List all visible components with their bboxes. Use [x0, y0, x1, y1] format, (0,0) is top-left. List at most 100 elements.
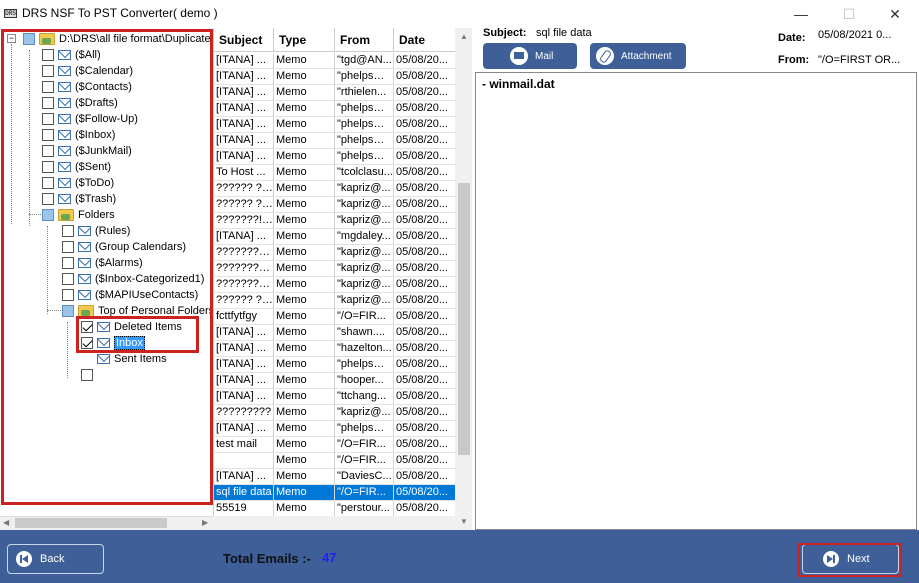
maximize-button[interactable]: ☐ [834, 4, 864, 24]
inbox-checkbox[interactable] [81, 337, 93, 349]
tree-item[interactable]: ($Calendar) [42, 63, 133, 79]
table-row[interactable]: ????????? Memo "kapriz@... 05/08/20... [214, 405, 455, 421]
table-row[interactable]: [ITANA] ... Memo "ttchang... 05/08/20... [214, 389, 455, 405]
item-checkbox[interactable] [42, 129, 54, 141]
mail-button[interactable]: Mail [483, 43, 577, 69]
table-row[interactable]: ?????? ?5... Memo "kapriz@... 05/08/20... [214, 293, 455, 309]
table-row[interactable]: [ITANA] ...Memo"phelps@...05/08/20... [214, 101, 455, 117]
tree-empty-item[interactable] [81, 367, 97, 383]
attachment-button[interactable]: Attachment [590, 43, 686, 69]
table-row[interactable]: [ITANA] ...Memo"phelps@...05/08/20... [214, 421, 455, 437]
tree-item-label: ($Sent) [75, 161, 112, 173]
grid-horizontal-scrollbar[interactable] [213, 516, 455, 530]
item-checkbox[interactable] [42, 49, 54, 61]
tree-inbox[interactable]: Inbox [81, 335, 145, 351]
item-checkbox[interactable] [42, 145, 54, 157]
table-row[interactable]: [ITANA] ... Memo "hazelton... 05/08/20... [214, 341, 455, 357]
table-row[interactable]: [ITANA] ...Memo"phelps@...05/08/20... [214, 133, 455, 149]
table-cell: sql file data [214, 485, 274, 501]
table-row[interactable]: Memo "/O=FIR... 05/08/20... [214, 453, 455, 469]
empty-item-checkbox[interactable] [81, 369, 93, 381]
scroll-right-icon[interactable]: ▶ [202, 518, 208, 527]
item-checkbox[interactable] [42, 113, 54, 125]
tree-item[interactable]: ($Drafts) [42, 95, 118, 111]
tree-subitem[interactable]: ($MAPIUseContacts) [62, 287, 198, 303]
column-subject[interactable]: Subject [214, 28, 274, 52]
tree-item[interactable]: ($Sent) [42, 159, 111, 175]
table-row[interactable]: ?????? ?5... Memo "kapriz@... 05/08/20... [214, 181, 455, 197]
deleted-items-checkbox[interactable] [81, 321, 93, 333]
table-row[interactable]: sql file data Memo "/O=FIR... 05/08/20... [214, 485, 455, 501]
table-row[interactable]: [ITANA] ... Memo "mgdaley... 05/08/20... [214, 229, 455, 245]
tree-item[interactable]: ($Inbox) [42, 127, 115, 143]
close-button[interactable]: ✕ [880, 4, 910, 24]
item-checkbox[interactable] [42, 81, 54, 93]
tree-item-label: ($Drafts) [75, 97, 118, 109]
tree-subitem[interactable]: (Group Calendars) [62, 239, 186, 255]
tree-item[interactable]: ($JunkMail) [42, 143, 132, 159]
tree-subitem[interactable]: ($Inbox-Categorized1) [62, 271, 204, 287]
tree-item[interactable]: ($Contacts) [42, 79, 132, 95]
column-date[interactable]: Date [394, 28, 455, 52]
table-row[interactable]: [ITANA] ... Memo "rthielen... 05/08/20... [214, 85, 455, 101]
collapse-toggle-icon[interactable]: − [7, 34, 16, 43]
item-checkbox[interactable] [62, 257, 74, 269]
item-checkbox[interactable] [62, 289, 74, 301]
scroll-down-icon[interactable]: ▼ [460, 517, 468, 526]
table-row[interactable]: ???????!! ... Memo "kapriz@... 05/08/20... [214, 213, 455, 229]
title-bar: DRS DRS NSF To PST Converter( demo ) — ☐… [0, 0, 919, 28]
folders-checkbox[interactable] [42, 209, 54, 221]
tree-deleted-items[interactable]: Deleted Items [81, 319, 182, 335]
scroll-left-icon[interactable]: ◀ [3, 518, 9, 527]
tree-scroll-thumb[interactable] [15, 518, 167, 528]
table-row[interactable]: [ITANA] ... Memo "DaviesC... 05/08/20... [214, 469, 455, 485]
item-checkbox[interactable] [62, 241, 74, 253]
table-row[interactable]: ???????? ... Memo "kapriz@... 05/08/20... [214, 277, 455, 293]
root-checkbox[interactable] [23, 33, 35, 45]
table-cell: 05/08/20... [394, 85, 455, 101]
tree-item[interactable]: ($Trash) [42, 191, 116, 207]
item-checkbox[interactable] [42, 177, 54, 189]
tree-item[interactable]: ($Follow-Up) [42, 111, 138, 127]
personal-checkbox[interactable] [62, 305, 74, 317]
table-row[interactable]: [ITANA] ...Memo"phelps@...05/08/20... [214, 117, 455, 133]
table-row[interactable]: ?????? ??... Memo "kapriz@... 05/08/20... [214, 197, 455, 213]
item-checkbox[interactable] [42, 65, 54, 77]
tree-sent-items[interactable]: Sent Items [81, 351, 167, 367]
message-body[interactable] [475, 72, 917, 530]
tree-folders[interactable]: Folders [42, 207, 115, 223]
table-row[interactable]: [ITANA] ...Memo"phelps@...05/08/20... [214, 69, 455, 85]
tree-subitem[interactable]: ($Alarms) [62, 255, 143, 271]
item-checkbox[interactable] [42, 161, 54, 173]
table-row[interactable]: ?????????... Memo "kapriz@... 05/08/20... [214, 261, 455, 277]
item-checkbox[interactable] [42, 193, 54, 205]
mail-icon [58, 66, 71, 76]
table-cell: [ITANA] ... [214, 325, 274, 341]
column-from[interactable]: From [335, 28, 394, 52]
table-row[interactable]: fcttfytfgy Memo "/O=FIR... 05/08/20... [214, 309, 455, 325]
item-checkbox[interactable] [42, 97, 54, 109]
grid-scroll-thumb[interactable] [458, 183, 470, 455]
email-grid[interactable]: Subject Type From Date [ITANA] ... Memo "t… [213, 28, 455, 530]
item-checkbox[interactable] [62, 273, 74, 285]
tree-item[interactable]: ($ToDo) [42, 175, 114, 191]
next-button[interactable]: Next [802, 544, 899, 574]
minimize-button[interactable]: — [786, 4, 816, 24]
column-type[interactable]: Type [274, 28, 335, 52]
table-row[interactable]: [ITANA] ... Memo "hooper... 05/08/20... [214, 373, 455, 389]
tree-top-personal[interactable]: Top of Personal Folders [62, 303, 214, 319]
table-row[interactable]: [ITANA] ... Memo "tgd@AN... 05/08/20... [214, 53, 455, 69]
tree-subitem[interactable]: (Rules) [62, 223, 130, 239]
table-row[interactable]: test mail Memo "/O=FIR... 05/08/20... [214, 437, 455, 453]
tree-item[interactable]: ($All) [42, 47, 101, 63]
table-row[interactable]: [ITANA] ...Memo"phelps@...05/08/20... [214, 357, 455, 373]
item-checkbox[interactable] [62, 225, 74, 237]
table-row[interactable]: [ITANA] ...Memo"phelps@...05/08/20... [214, 149, 455, 165]
table-row[interactable]: 55519 Memo "perstour... 05/08/20... [214, 501, 455, 517]
tree-root[interactable]: D:\DRS\all file format\Duplicate [23, 31, 211, 47]
table-row[interactable]: To Host ... Memo "tcolclasu... 05/08/20... [214, 165, 455, 181]
table-row[interactable]: [ITANA] ... Memo "shawn.... 05/08/20... [214, 325, 455, 341]
back-button[interactable]: Back [7, 544, 104, 574]
table-row[interactable]: ?????????... Memo "kapriz@... 05/08/20... [214, 245, 455, 261]
scroll-up-icon[interactable]: ▲ [460, 32, 468, 41]
